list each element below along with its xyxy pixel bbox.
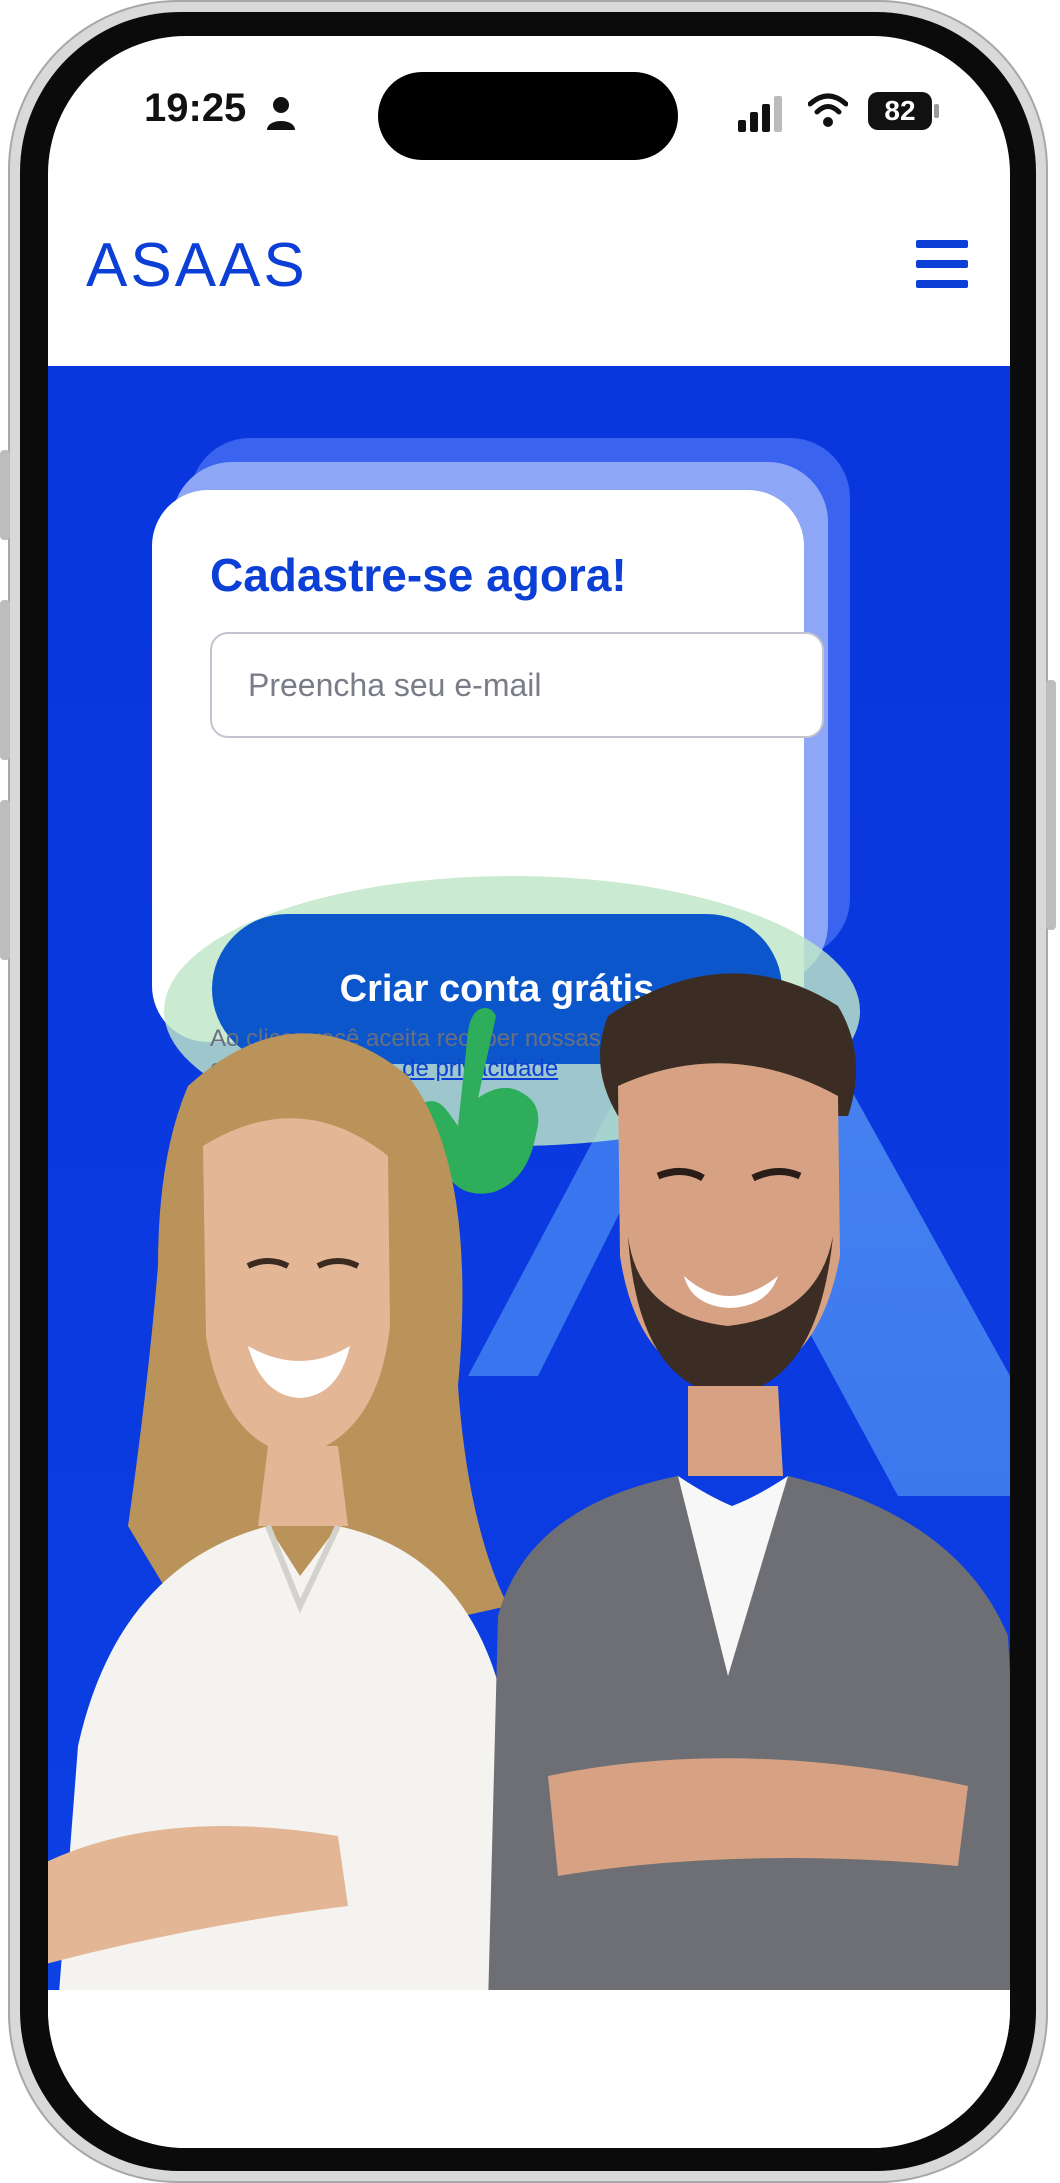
- status-time: 19:25: [144, 86, 247, 130]
- signup-title: Cadastre-se agora!: [210, 549, 627, 601]
- signal-icon: [738, 96, 782, 132]
- site-header: ASAAS: [48, 186, 1010, 366]
- battery-cap: [934, 104, 939, 118]
- man-photo: [488, 973, 1010, 1990]
- hamburger-menu-icon[interactable]: [912, 240, 972, 292]
- power-button: [1046, 680, 1056, 930]
- battery-icon: 82: [868, 92, 939, 130]
- side-button: [0, 600, 10, 760]
- bottom-area: [48, 1990, 1010, 2148]
- side-button: [0, 800, 10, 960]
- phone-screen: 19:25 82 ASAAS Cadastre-se agora! Preenc…: [48, 36, 1010, 2148]
- battery-level: 82: [868, 92, 932, 130]
- email-input[interactable]: [210, 632, 824, 738]
- status-bar: 19:25 82: [48, 36, 1010, 186]
- hero-section: Cadastre-se agora! Criar conta grátis Ao…: [48, 366, 1010, 1990]
- dynamic-island: [378, 72, 678, 160]
- wifi-icon: [808, 93, 848, 127]
- side-button: [0, 450, 10, 540]
- asaas-logo[interactable]: ASAAS: [86, 230, 308, 301]
- woman-photo: [48, 1033, 518, 1990]
- person-icon: [267, 97, 295, 130]
